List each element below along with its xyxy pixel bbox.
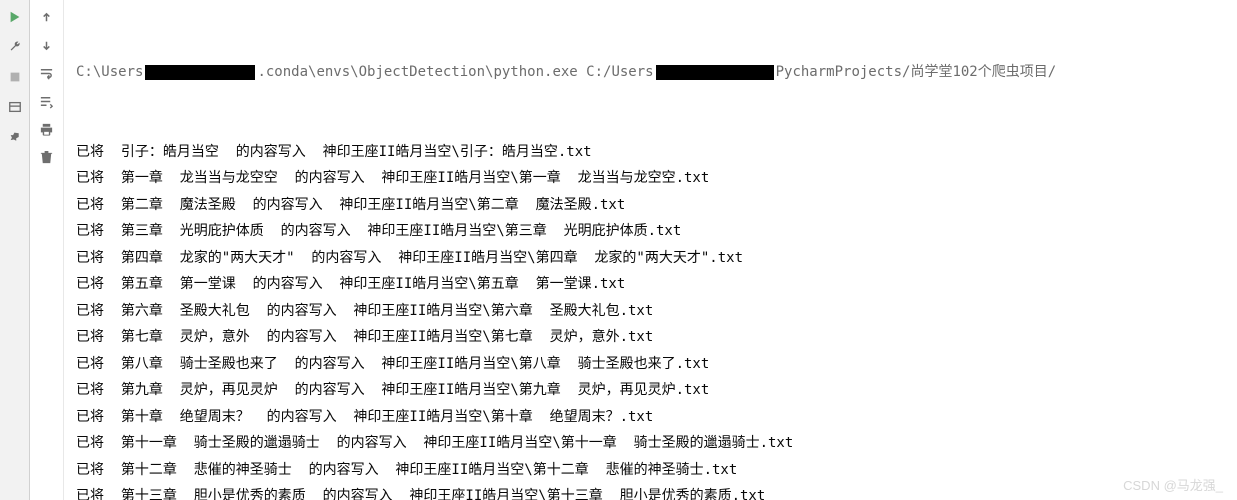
pin-icon[interactable] xyxy=(4,126,26,148)
left-toolbar xyxy=(0,0,30,500)
output-line: 已将 第五章 第一堂课 的内容写入 神印王座II皓月当空\第五章 第一堂课.tx… xyxy=(76,271,1229,298)
redacted-1 xyxy=(145,65,255,80)
output-line: 已将 第十二章 悲催的神圣骑士 的内容写入 神印王座II皓月当空\第十二章 悲催… xyxy=(76,457,1229,484)
soft-wrap-icon[interactable] xyxy=(35,62,59,84)
output-line: 已将 引子：皓月当空 的内容写入 神印王座II皓月当空\引子：皓月当空.txt xyxy=(76,139,1229,166)
cmd-seg1: C:\Users xyxy=(76,59,143,86)
print-icon[interactable] xyxy=(35,118,59,140)
run-icon[interactable] xyxy=(4,6,26,28)
wrench-icon[interactable] xyxy=(4,36,26,58)
scroll-to-end-icon[interactable] xyxy=(35,90,59,112)
redacted-2 xyxy=(656,65,774,80)
output-line: 已将 第十一章 骑士圣殿的邋遢骑士 的内容写入 神印王座II皓月当空\第十一章 … xyxy=(76,430,1229,457)
output-line: 已将 第四章 龙家的"两大天才" 的内容写入 神印王座II皓月当空\第四章 龙家… xyxy=(76,245,1229,272)
output-line: 已将 第八章 骑士圣殿也来了 的内容写入 神印王座II皓月当空\第八章 骑士圣殿… xyxy=(76,351,1229,378)
output-line: 已将 第九章 灵炉，再见灵炉 的内容写入 神印王座II皓月当空\第九章 灵炉，再… xyxy=(76,377,1229,404)
console-output[interactable]: C:\Users .conda\envs\ObjectDetection\pyt… xyxy=(64,0,1237,500)
output-line: 已将 第三章 光明庇护体质 的内容写入 神印王座II皓月当空\第三章 光明庇护体… xyxy=(76,218,1229,245)
layout-icon[interactable] xyxy=(4,96,26,118)
scroll-up-icon[interactable] xyxy=(35,6,59,28)
stop-icon[interactable] xyxy=(4,66,26,88)
command-line: C:\Users .conda\envs\ObjectDetection\pyt… xyxy=(76,59,1229,86)
cmd-seg2: .conda\envs\ObjectDetection\python.exe C… xyxy=(257,59,653,86)
output-line: 已将 第六章 圣殿大礼包 的内容写入 神印王座II皓月当空\第六章 圣殿大礼包.… xyxy=(76,298,1229,325)
output-line: 已将 第七章 灵炉，意外 的内容写入 神印王座II皓月当空\第七章 灵炉，意外.… xyxy=(76,324,1229,351)
trash-icon[interactable] xyxy=(35,146,59,168)
watermark: CSDN @马龙强_ xyxy=(1123,475,1223,494)
output-line: 已将 第十三章 胆小是优秀的素质 的内容写入 神印王座II皓月当空\第十三章 胆… xyxy=(76,483,1229,500)
console-toolbar xyxy=(30,0,64,500)
output-line: 已将 第二章 魔法圣殿 的内容写入 神印王座II皓月当空\第二章 魔法圣殿.tx… xyxy=(76,192,1229,219)
output-line: 已将 第十章 绝望周末？ 的内容写入 神印王座II皓月当空\第十章 绝望周末？.… xyxy=(76,404,1229,431)
output-line: 已将 第一章 龙当当与龙空空 的内容写入 神印王座II皓月当空\第一章 龙当当与… xyxy=(76,165,1229,192)
cmd-seg3: PycharmProjects/尚学堂102个爬虫项目/ xyxy=(776,59,1057,86)
scroll-down-icon[interactable] xyxy=(35,34,59,56)
